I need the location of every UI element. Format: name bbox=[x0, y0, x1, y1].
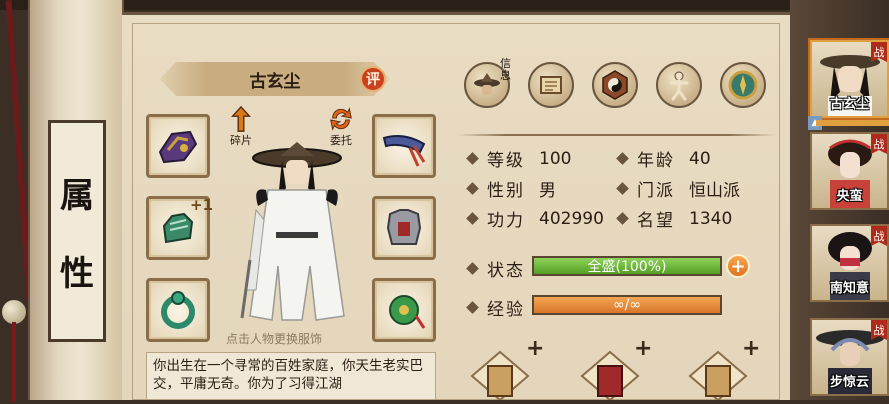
character-figure[interactable] bbox=[232, 140, 362, 326]
exp-bar: ∞/∞ bbox=[532, 295, 722, 315]
stat-sect-value: 恒山派 bbox=[689, 181, 740, 201]
book-slot-2[interactable] bbox=[580, 350, 640, 402]
compass-icon bbox=[728, 70, 758, 100]
character-name: 古玄尘 bbox=[249, 71, 301, 92]
stat-fame-label: 名望 bbox=[637, 211, 675, 231]
stat-gender: 性别 男 bbox=[466, 176, 556, 201]
gauntlet-enhance-level: +1 bbox=[190, 196, 214, 214]
diamond-bullet-icon bbox=[616, 212, 629, 225]
jade-ring-icon bbox=[161, 291, 195, 329]
tab-meridian[interactable] bbox=[656, 62, 702, 108]
diamond-bullet-icon bbox=[616, 182, 629, 195]
book-slot-2-add[interactable]: + bbox=[634, 336, 652, 361]
book-slot-1-add[interactable]: + bbox=[526, 336, 544, 361]
stat-sect-label: 门派 bbox=[637, 181, 675, 201]
book-slot-3-add[interactable]: + bbox=[742, 336, 760, 361]
equip-slot-headband[interactable] bbox=[372, 114, 436, 178]
character-name-banner: 古玄尘 bbox=[160, 62, 390, 96]
diamond-bullet-icon bbox=[466, 182, 479, 195]
armor-icon bbox=[386, 209, 422, 245]
change-outfit-hint: 点击人物更换服饰 bbox=[226, 332, 323, 346]
stat-level-value: 100 bbox=[539, 148, 572, 169]
page-title-char-1: 属 bbox=[60, 175, 94, 216]
book-slot-1[interactable] bbox=[470, 350, 530, 402]
stat-age-value: 40 bbox=[689, 148, 711, 169]
stat-status: 状态 bbox=[466, 256, 539, 281]
scroll-icon bbox=[540, 76, 562, 94]
jade-pendant-icon bbox=[389, 295, 426, 329]
roster-hero-2[interactable]: 战 央蛮 bbox=[810, 132, 889, 210]
exp-bar-text: ∞/∞ bbox=[612, 297, 642, 313]
character-bio: 你出生在一个寻常的百姓家庭，你天生老实巴交，平庸无奇。你为了习得江湖 bbox=[146, 352, 436, 400]
diamond-bullet-icon bbox=[466, 301, 479, 314]
stat-power-value: 402990 bbox=[539, 208, 604, 229]
stat-gender-label: 性别 bbox=[487, 181, 525, 201]
hero-name: 古玄尘 bbox=[829, 97, 869, 112]
status-bar: 全盛(100%) bbox=[532, 256, 722, 276]
stat-exp: 经验 bbox=[466, 295, 539, 320]
meridian-figure-icon bbox=[669, 71, 689, 101]
diamond-bullet-icon bbox=[616, 152, 629, 165]
swap-arrows-icon bbox=[326, 104, 356, 134]
stat-power: 功力 402990 bbox=[466, 206, 604, 231]
info-tab-label: 信息 bbox=[500, 57, 511, 82]
stat-power-label: 功力 bbox=[487, 211, 525, 231]
top-edge bbox=[0, 0, 889, 10]
roster-hero-4[interactable]: 战 步惊云 bbox=[810, 318, 889, 396]
hero-name: 步惊云 bbox=[829, 375, 869, 390]
review-badge[interactable]: 评 bbox=[360, 66, 386, 92]
tab-scroll[interactable] bbox=[528, 62, 574, 108]
red-manual-icon bbox=[580, 350, 640, 402]
headband-icon bbox=[382, 135, 426, 167]
restore-status-button[interactable]: + bbox=[726, 254, 750, 278]
hat-icon bbox=[474, 73, 500, 95]
stat-age: 年龄 40 bbox=[616, 146, 711, 171]
stat-age-label: 年龄 bbox=[637, 151, 675, 171]
page-title-panel: 属 性 bbox=[48, 120, 106, 342]
tab-compass[interactable] bbox=[720, 62, 766, 108]
hero-name: 央蛮 bbox=[836, 189, 863, 204]
stat-gender-value: 男 bbox=[539, 181, 556, 201]
equip-slot-pendant[interactable] bbox=[372, 278, 436, 342]
status-bar-text: 全盛(100%) bbox=[587, 259, 667, 275]
stat-sect: 门派 恒山派 bbox=[616, 176, 740, 201]
stat-fame-value: 1340 bbox=[689, 208, 733, 229]
armguard-icon bbox=[158, 130, 198, 164]
side-scroll: 属 性 bbox=[28, 0, 124, 400]
diamond-bullet-icon bbox=[466, 262, 479, 275]
roster-hero-3[interactable]: 战 南知意 bbox=[810, 224, 889, 302]
manual-book-icon bbox=[688, 350, 748, 402]
book-slot-3[interactable] bbox=[688, 350, 748, 402]
stat-fame: 名望 1340 bbox=[616, 206, 733, 231]
diamond-bullet-icon bbox=[466, 152, 479, 165]
taiji-icon bbox=[602, 70, 628, 100]
equip-slot-armguard[interactable] bbox=[146, 114, 210, 178]
diamond-bullet-icon bbox=[466, 212, 479, 225]
tassel-decoration bbox=[0, 300, 30, 402]
hero-hp-strip bbox=[816, 120, 889, 126]
equip-slot-ring[interactable] bbox=[146, 278, 210, 342]
equip-slot-armor[interactable] bbox=[372, 196, 436, 260]
tab-taiji[interactable] bbox=[592, 62, 638, 108]
manual-book-icon bbox=[470, 350, 530, 402]
page-title-char-2: 性 bbox=[60, 253, 94, 294]
hero-name: 南知意 bbox=[829, 281, 869, 296]
upgrade-arrows-icon bbox=[226, 104, 256, 134]
stat-level-label: 等级 bbox=[487, 151, 525, 171]
stat-level: 等级 100 bbox=[466, 146, 572, 171]
roster-hero-1[interactable]: 战 古玄尘 bbox=[810, 40, 889, 118]
header-divider bbox=[458, 134, 776, 136]
